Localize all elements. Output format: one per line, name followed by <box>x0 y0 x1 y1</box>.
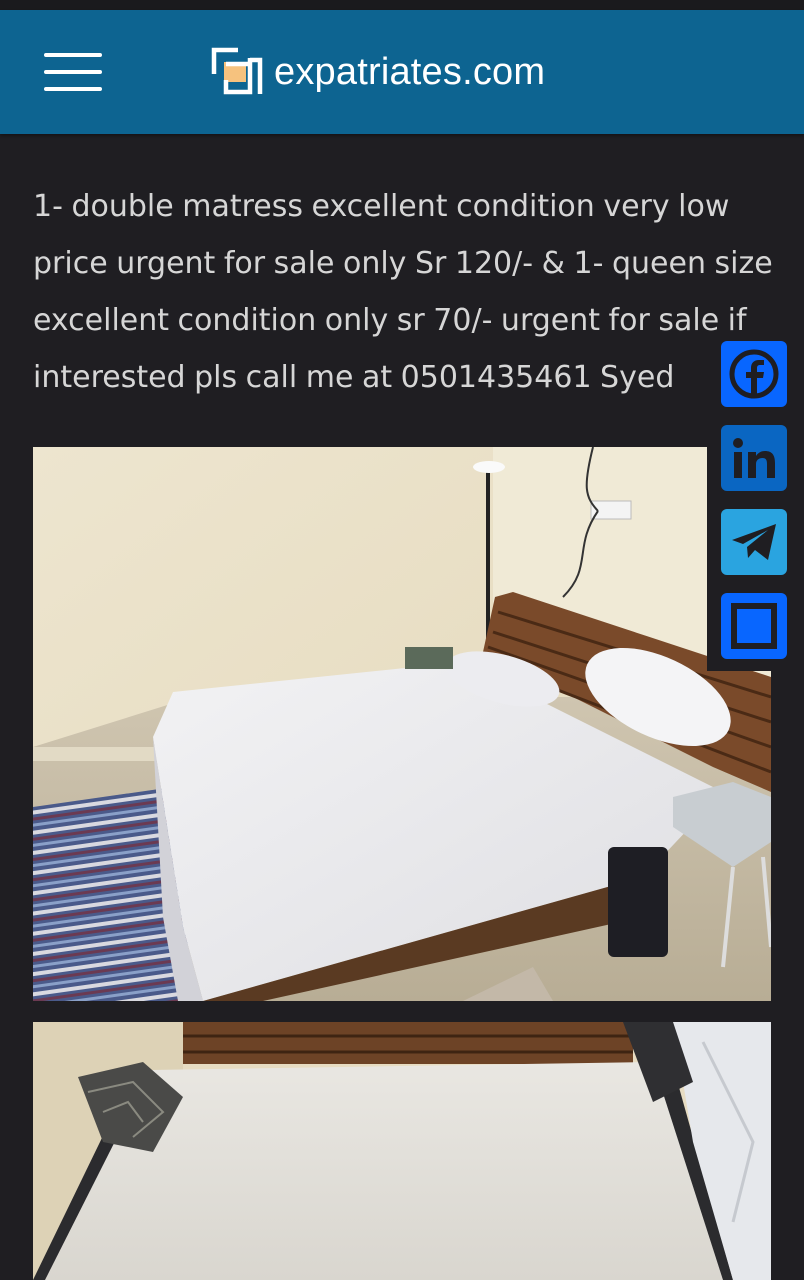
listing-photo-bed[interactable] <box>33 447 771 1001</box>
share-facebook-button[interactable] <box>721 341 787 407</box>
telegram-icon <box>732 524 776 560</box>
description-line: price urgent for sale only Sr 120/- & 1-… <box>33 246 773 281</box>
site-header: expatriates.com <box>0 10 804 134</box>
share-linkedin-button[interactable] <box>721 425 787 491</box>
listing-description: 1- double matress excellent condition ve… <box>33 178 773 406</box>
share-more-button[interactable] <box>721 593 787 659</box>
share-telegram-button[interactable] <box>721 509 787 575</box>
listing-photo-mattress[interactable] <box>33 1022 771 1280</box>
description-line: interested pls call me at 0501435461 Sye… <box>33 360 675 395</box>
facebook-icon <box>729 349 779 399</box>
expatriates-logo-icon <box>211 47 263 95</box>
description-line: excellent condition only sr 70/- urgent … <box>33 303 747 338</box>
status-strip <box>0 0 804 10</box>
site-logo-link[interactable]: expatriates.com <box>210 46 545 98</box>
site-name: expatriates.com <box>274 50 546 93</box>
linkedin-icon <box>733 438 775 478</box>
hamburger-menu-icon[interactable] <box>44 53 102 93</box>
share-square-icon <box>731 603 777 649</box>
description-line: 1- double matress excellent condition ve… <box>33 189 730 224</box>
